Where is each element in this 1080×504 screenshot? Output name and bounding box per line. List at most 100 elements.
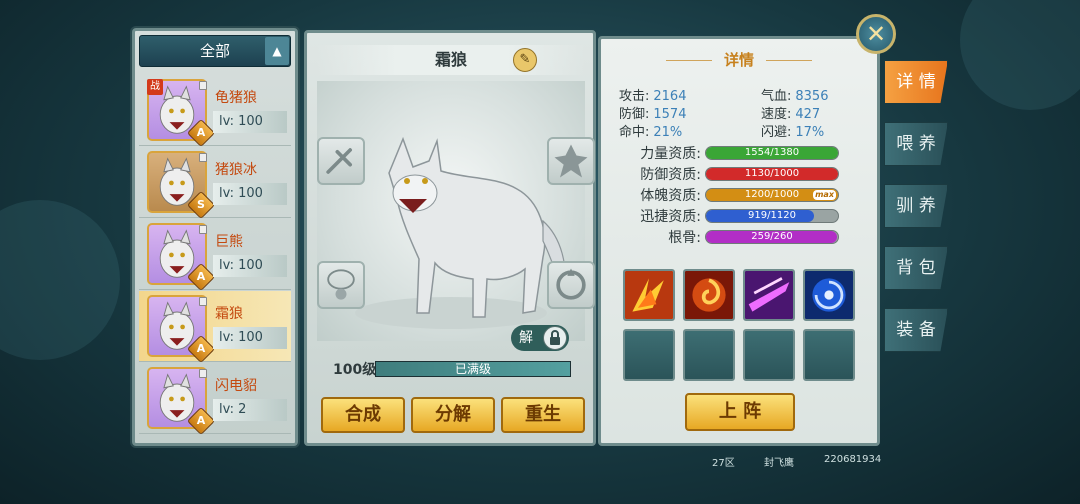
stat-value: 2164 [653, 89, 687, 104]
pet-preview-panel: 霜狼 ✎ 解 100级 已满级 合成 分解 重生 [304, 30, 596, 446]
detail-panel: 详情 攻击: 2164 气血: 8356 防御: 1574 速度: 427 命中: 21% 闪避: 1… [598, 36, 880, 446]
pet-name: 霜狼 [215, 306, 243, 322]
purple-slash-icon[interactable] [743, 269, 795, 321]
pet-name: 猪狼冰 [215, 162, 257, 178]
aptitude-bar: 1200/1000 max [705, 188, 839, 202]
level-progress-bar: 已满级 [375, 361, 571, 377]
empty-skill-slot[interactable] [683, 329, 735, 381]
aptitude-bar: 259/260 [705, 230, 839, 244]
fire-swirl-icon[interactable] [683, 269, 735, 321]
pet-list-item[interactable]: A 闪电貂 lv: 2 [139, 363, 291, 436]
unlock-button[interactable]: 解 [511, 325, 569, 351]
stat-item: 防御: 1574 [619, 103, 686, 122]
unlock-label: 解 [519, 330, 533, 346]
stat-label: 闪避: [761, 125, 792, 140]
pet-list-panel: 全部 ▲ 战 A 龟猪狼 lv: 100 S 猪狼冰 lv: 100 A 巨熊 lv: 100 A 霜… [132, 28, 298, 446]
pet-name: 巨熊 [215, 234, 243, 250]
stat-item: 气血: 8356 [761, 85, 828, 104]
aptitude-label: 力量资质: [640, 146, 701, 162]
stat-item: 攻击: 2164 [619, 85, 686, 104]
stat-value: 8356 [795, 89, 829, 104]
stat-value: 1574 [653, 107, 687, 122]
level-status: 已满级 [454, 362, 491, 376]
player-name: 封飞鹰 [764, 458, 794, 469]
equip-slot-helmet[interactable] [547, 137, 595, 185]
stat-value: 427 [795, 107, 821, 122]
grade-badge: A [186, 118, 216, 148]
stat-item: 速度: 427 [761, 103, 820, 122]
equip-slot-weapon[interactable] [317, 137, 365, 185]
pet-list-item[interactable]: A 巨熊 lv: 100 [139, 219, 291, 292]
tab-3[interactable]: 背 包 [884, 246, 948, 290]
level-row: 100级 已满级 [327, 359, 577, 379]
equip-slot-collar[interactable] [547, 261, 595, 309]
stat-label: 气血: [761, 89, 792, 104]
level-label: 100级 [333, 362, 377, 378]
edit-name-icon[interactable]: ✎ [513, 48, 537, 72]
pet-list-item[interactable]: A 霜狼 lv: 100 [139, 291, 291, 364]
lock-icon [199, 153, 207, 162]
equip-slot-necklace[interactable] [317, 261, 365, 309]
stat-value: 21% [653, 125, 683, 140]
aptitude-label: 迅捷资质: [640, 209, 701, 225]
lock-icon [199, 297, 207, 306]
tab-0[interactable]: 详 情 [884, 60, 948, 104]
aptitude-bar: 919/1120 [705, 209, 839, 223]
pet-level: lv: 100 [213, 255, 287, 277]
aptitude-value: 1130/1000 [744, 168, 800, 179]
aptitude-row: 体魄资质: 1200/1000 max [619, 185, 849, 204]
aptitude-value: 919/1120 [748, 210, 796, 221]
aptitude-value: 259/260 [751, 231, 793, 242]
grade-badge: A [186, 406, 216, 436]
pet-list-item[interactable]: 战 A 龟猪狼 lv: 100 [139, 75, 291, 148]
stat-value: 17% [795, 125, 825, 140]
pet-name-title: 霜狼 [317, 45, 585, 75]
lock-icon [199, 81, 207, 90]
aptitude-bar: 1130/1000 [705, 167, 839, 181]
grade-badge: S [186, 190, 216, 220]
pet-level: lv: 100 [213, 183, 287, 205]
aptitude-row: 力量资质: 1554/1380 [619, 143, 849, 162]
tab-2[interactable]: 驯 养 [884, 184, 948, 228]
pet-list-item[interactable]: S 猪狼冰 lv: 100 [139, 147, 291, 220]
stat-label: 命中: [619, 125, 650, 140]
rebirth-button[interactable]: 重生 [501, 397, 585, 433]
aptitude-value: 1554/1380 [744, 147, 800, 158]
detail-title: 详情 [601, 49, 877, 70]
pet-stage [317, 81, 595, 341]
empty-skill-slot[interactable] [623, 329, 675, 381]
deploy-button[interactable]: 上 阵 [685, 393, 795, 431]
pet-level: lv: 2 [213, 399, 287, 421]
pet-list: 战 A 龟猪狼 lv: 100 S 猪狼冰 lv: 100 A 巨熊 lv: 100 A 霜狼 lv: … [139, 75, 291, 436]
aptitude-row: 防御资质: 1130/1000 [619, 164, 849, 183]
close-button[interactable]: ✕ [856, 14, 896, 54]
filter-dropdown[interactable]: 全部 ▲ [139, 35, 291, 67]
filter-label: 全部 [199, 42, 230, 60]
decompose-button[interactable]: 分解 [411, 397, 495, 433]
stat-item: 闪避: 17% [761, 121, 824, 140]
server-label: 27区 [712, 458, 735, 469]
aptitude-bar: 1554/1380 [705, 146, 839, 160]
lock-icon [199, 225, 207, 234]
aptitude-row: 根骨: 259/260 [619, 227, 849, 246]
aptitude-label: 体魄资质: [640, 188, 701, 204]
pet-level: lv: 100 [213, 111, 287, 133]
chevron-up-icon[interactable]: ▲ [265, 37, 289, 65]
stat-label: 攻击: [619, 89, 650, 104]
fire-claw-icon[interactable] [623, 269, 675, 321]
pet-level: lv: 100 [213, 327, 287, 349]
stat-label: 速度: [761, 107, 792, 122]
lock-icon [199, 369, 207, 378]
grade-badge: A [186, 262, 216, 292]
tab-1[interactable]: 喂 养 [884, 122, 948, 166]
compose-button[interactable]: 合成 [321, 397, 405, 433]
tab-4[interactable]: 装 备 [884, 308, 948, 352]
aptitude-label: 防御资质: [640, 167, 701, 183]
blue-vortex-icon[interactable] [803, 269, 855, 321]
empty-skill-slot[interactable] [803, 329, 855, 381]
lock-icon [543, 326, 567, 350]
empty-skill-slot[interactable] [743, 329, 795, 381]
max-tag: max [813, 190, 836, 200]
grade-badge: A [186, 334, 216, 364]
stat-label: 防御: [619, 107, 650, 122]
